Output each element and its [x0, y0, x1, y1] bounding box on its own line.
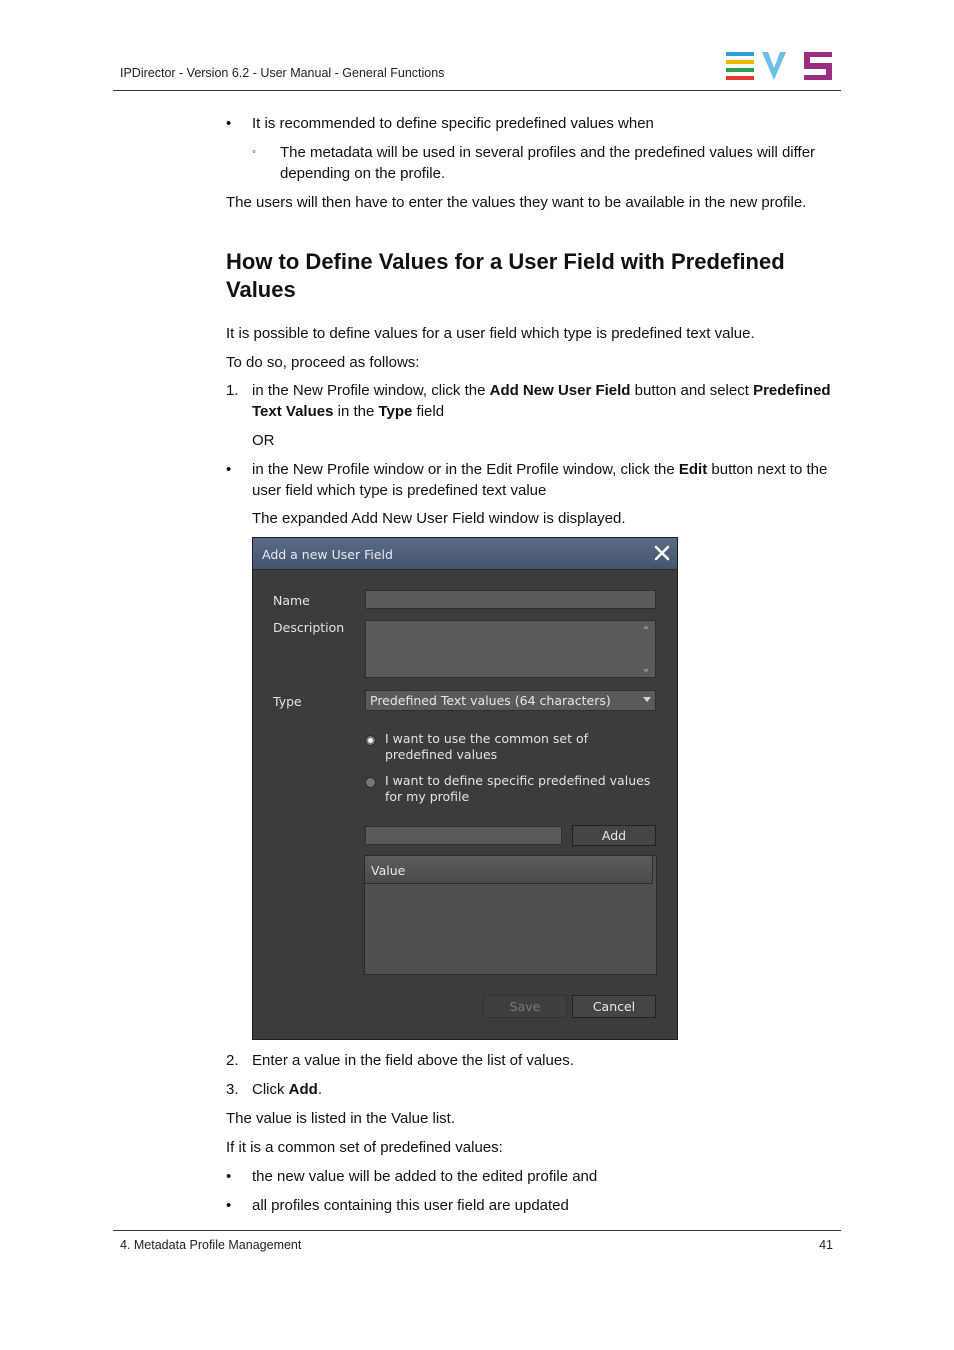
step-text: in the New Profile window, click the Add… — [252, 382, 831, 420]
footer-section: 4. Metadata Profile Management — [120, 1238, 302, 1252]
paragraph: The users will then have to enter the va… — [226, 194, 807, 211]
value-list[interactable]: Value — [364, 855, 657, 975]
chevron-down-icon — [643, 697, 651, 702]
or-text: OR — [252, 432, 275, 449]
bullet-marker: • — [226, 1197, 232, 1214]
header-rule — [113, 90, 841, 91]
type-select[interactable]: Predefined Text values (64 characters) — [365, 690, 656, 711]
scroll-down-icon[interactable] — [643, 669, 649, 673]
step-text: Click Add. — [252, 1081, 323, 1098]
running-header: IPDirector - Version 6.2 - User Manual -… — [120, 66, 445, 80]
dialog-title: Add a new User Field — [262, 547, 393, 562]
bullet-text: all profiles containing this user field … — [252, 1197, 569, 1214]
paragraph: The value is listed in the Value list. — [226, 1110, 456, 1127]
radio-common-set[interactable] — [365, 735, 376, 746]
bullet-text: It is recommended to define specific pre… — [252, 115, 654, 132]
step-number: 1. — [226, 382, 239, 399]
footer-rule — [113, 1230, 841, 1231]
radio-specific-label: I want to define specific predefined val… — [385, 773, 651, 804]
step-number: 3. — [226, 1081, 239, 1098]
subbullet-text: The metadata will be used in several pro… — [280, 144, 816, 182]
evs-logo — [726, 52, 832, 80]
description-textarea[interactable] — [365, 620, 656, 678]
name-label: Name — [273, 593, 310, 608]
bullet-marker: • — [226, 1168, 232, 1185]
bullet-marker: • — [226, 115, 232, 132]
radio-common-label: I want to use the common set of predefin… — [385, 731, 588, 762]
radio-specific-values[interactable] — [365, 777, 376, 788]
type-selected-value: Predefined Text values (64 characters) — [370, 693, 611, 708]
type-label: Type — [273, 694, 302, 709]
dialog-titlebar: Add a new User Field — [253, 538, 677, 570]
paragraph: If it is a common set of predefined valu… — [226, 1139, 503, 1156]
paragraph: It is possible to define values for a us… — [226, 325, 755, 342]
close-icon[interactable] — [653, 544, 671, 562]
paragraph: To do so, proceed as follows: — [226, 354, 420, 371]
save-button[interactable]: Save — [483, 995, 567, 1018]
scroll-up-icon[interactable] — [643, 625, 649, 629]
step-text: Enter a value in the field above the lis… — [252, 1052, 574, 1069]
step-number: 2. — [226, 1052, 239, 1069]
bullet-text: the new value will be added to the edite… — [252, 1168, 598, 1185]
cancel-button[interactable]: Cancel — [572, 995, 656, 1018]
value-column-header-label: Value — [371, 863, 406, 878]
add-button[interactable]: Add — [572, 825, 656, 846]
section-heading: How to Define Values for a User Field wi… — [226, 249, 785, 302]
value-column-header[interactable]: Value — [365, 856, 653, 884]
description-label: Description — [273, 620, 345, 635]
subbullet-marker: ◦ — [252, 146, 256, 158]
page-number: 41 — [819, 1238, 833, 1252]
bullet-text: in the New Profile window or in the Edit… — [252, 461, 828, 499]
name-input[interactable] — [365, 590, 656, 609]
paragraph: The expanded Add New User Field window i… — [252, 510, 626, 527]
bullet-marker: • — [226, 461, 232, 478]
value-input[interactable] — [365, 826, 562, 845]
add-user-field-dialog: Add a new User Field Name Description Ty… — [252, 537, 678, 1040]
